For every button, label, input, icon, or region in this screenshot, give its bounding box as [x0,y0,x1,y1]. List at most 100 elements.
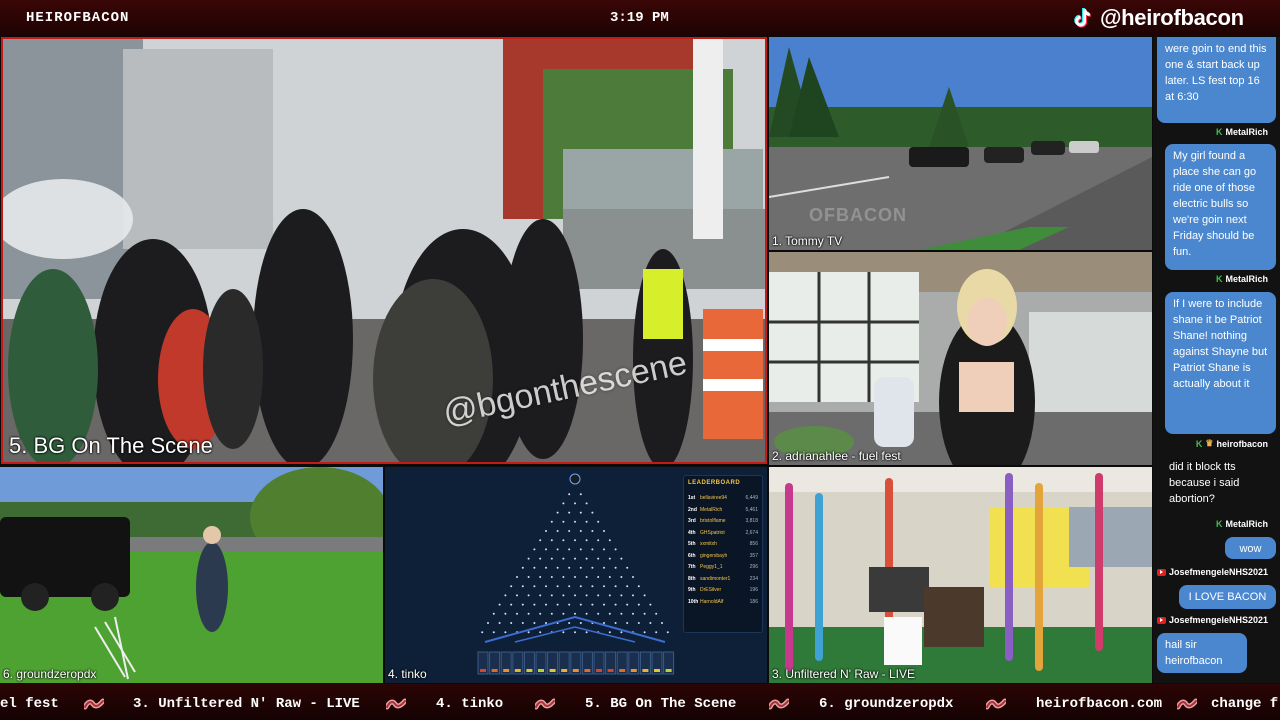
garage-selfie-video [769,252,1152,465]
leaderboard-row: 4th GHSpatriot 2,674 [688,528,758,540]
plinko-peg [516,594,518,597]
plinko-slot-marker [630,669,637,672]
plinko-peg [550,594,553,597]
plinko-peg [574,631,576,634]
leaderboard-score: 357 [749,552,758,559]
ticker-item: 3. Unfiltered N' Raw - LIVE [133,696,360,712]
plinko-peg [574,502,576,505]
plinko-peg [550,612,553,615]
leaderboard-score: 2,674 [745,529,758,536]
plinko-peg [585,502,588,505]
plinko-peg [579,603,582,606]
plinko-peg [562,502,565,505]
plinko-peg [545,548,547,551]
plinko-peg [492,631,495,634]
plinko-peg [539,539,542,542]
plinko-peg [562,631,565,634]
moderator-badge-icon: K [1215,274,1223,284]
stream-tile-tommy-tv[interactable]: OFBACON 1. Tommy TV [769,37,1152,250]
clock: 3:19 PM [610,10,669,26]
plinko-peg [481,631,484,634]
plinko-slot-marker [480,669,486,672]
plinko-peg [632,612,634,615]
plinko-peg [562,576,565,578]
stream-tile-unfiltered-n-raw[interactable]: 3. Unfiltered N' Raw - LIVE [769,467,1152,683]
plinko-slot-marker [538,669,544,672]
chat-username: K MetalRich [1215,274,1268,284]
plinko-peg [620,594,623,597]
stream-tile-adrianahlee[interactable]: 2. adrianahlee - fuel fest [769,252,1152,465]
chat-panel[interactable]: were goin to end this one & start back u… [1153,37,1280,683]
plinko-slot-marker [654,669,660,672]
leaderboard-panel: LEADERBOARD 1st bellaviree94 6,449 2nd Metal… [683,475,763,633]
chat-message: I LOVE BACON [1179,585,1276,609]
plinko-peg [579,493,582,496]
plinko-peg [487,622,489,624]
plinko-slot-marker [607,669,614,672]
leaderboard-name: bristolflame [700,518,726,524]
stream-tile-tinko[interactable]: LEADERBOARD 1st bellaviree94 6,449 2nd Metal… [385,467,767,683]
plinko-peg [556,585,559,588]
leaderboard-score: 186 [749,598,758,605]
leaderboard-score: 856 [749,541,758,547]
leaderboard-row: 2nd MetalRich 5,461 [688,505,758,517]
plinko-peg [591,511,594,514]
plinko-peg [539,576,542,578]
bacon-icon [533,697,557,710]
leaderboard-name: sandimonter1 [700,575,731,582]
plinko-peg [527,594,530,597]
leaderboard-name: bellaviree94 [700,495,727,501]
plinko-peg [597,594,600,597]
plinko-slot-marker [549,669,556,672]
plinko-peg [550,520,553,523]
plinko-peg [603,548,605,551]
plinko-peg [562,557,565,560]
bacon-icon [1175,697,1199,710]
plinko-peg [585,520,588,523]
plinko-peg [579,566,582,569]
plinko-peg [498,603,501,606]
chat-message: hail sir heirofbacon [1157,633,1247,673]
chat-username: K MetalRich [1215,127,1268,137]
plinko-peg [574,520,576,523]
plinko-peg [585,612,588,615]
plinko-peg [591,603,594,606]
plinko-peg [521,603,524,606]
plinko-peg [597,576,600,578]
plinko-peg [608,576,611,578]
channel-handle: @heirofbacon [1070,4,1244,32]
ticker-item: change f [1211,696,1279,712]
plinko-peg [626,585,629,588]
stream-tile-groundzeropdx[interactable]: 6. groundzeropdx [0,467,383,683]
stream-tile-bg-on-the-scene[interactable]: @bgonthescene 5. BG On The Scene [1,37,767,464]
ticker-item: 5. BG On The Scene [585,696,737,712]
plinko-peg [504,631,507,634]
leaderboard-rank: 3rd [688,518,696,524]
leaderboard-name: MetalRich [700,506,723,513]
leaderboard-rank: 2nd [688,506,697,513]
tile-label: 5. BG On The Scene [9,433,213,458]
leaderboard-name: HarnoldAlf [700,598,724,605]
leaderboard-row: 8th sandimonter1 234 [688,574,758,586]
chat-message: If I were to include shane it be Patriot… [1165,292,1276,434]
chat-message: wow [1225,537,1276,559]
leaderboard-rank: 5th [688,541,696,547]
plinko-peg [649,603,652,606]
plinko-peg [591,585,594,588]
leaderboard-rank: 8th [688,575,696,582]
plinko-peg [643,631,646,634]
plinko-peg [533,566,536,569]
plinko-peg [539,612,542,615]
bottom-ticker: el fest 3. Unfiltered N' Raw - LIVE 4. tin… [0,684,1280,720]
plinko-peg [574,557,576,560]
plinko-peg [545,603,547,606]
leaderboard-score: 5,461 [745,506,758,513]
leaderboard-name: DrESilver [700,587,722,593]
moderator-badge-icon: K [1215,519,1223,529]
plinko-peg [533,585,536,588]
plinko-peg [504,594,507,597]
plinko-peg [649,622,652,624]
plinko-peg [626,603,629,606]
leaderboard-row: 3rd bristolflame 3,818 [688,516,758,528]
plinko-peg [568,493,571,496]
